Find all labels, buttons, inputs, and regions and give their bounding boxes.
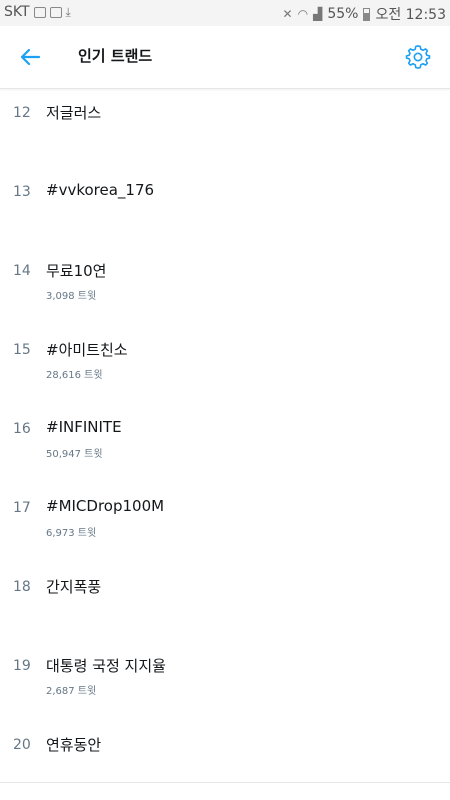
trend-name: #MICDrop100M (46, 497, 165, 515)
trend-rank: 13 (13, 184, 31, 200)
trend-rank: 18 (13, 579, 31, 595)
trend-tweet-count: 3,098 트윗 (46, 291, 97, 302)
trend-rank: 20 (13, 737, 31, 753)
notification-icon (33, 6, 46, 18)
trend-name: 대통령 국정 지지율 (46, 657, 166, 675)
trend-row[interactable]: 15 #아미트친소 28,616 트윗 (0, 325, 450, 404)
signal-icon: ▟ (313, 7, 323, 21)
page-title: 인기 트랜드 (78, 47, 153, 65)
status-bar-right: ✕ ◠ ▟ 55% 오전 12:53 (283, 4, 446, 24)
status-bar: SKT ⤓ ✕ ◠ ▟ 55% 오전 12:53 (0, 0, 450, 26)
trend-name: 연휴동안 (46, 736, 102, 754)
trend-rank: 19 (13, 658, 31, 674)
trend-row[interactable]: 14 무료10연 3,098 트윗 (0, 246, 450, 325)
trend-row[interactable]: 12 저글러스 (0, 88, 450, 167)
arrow-left-icon (20, 48, 41, 66)
trend-name: 저글러스 (46, 104, 102, 122)
status-bar-left: SKT ⤓ (4, 4, 71, 20)
trend-row[interactable]: 13 #vvkorea_176 (0, 167, 450, 246)
wifi-icon: ◠ (297, 7, 309, 21)
trend-row[interactable]: 16 #INFINITE 50,947 트윗 (0, 404, 450, 483)
trend-name: #아미트친소 (46, 341, 128, 359)
app-bar: 인기 트랜드 (0, 26, 450, 89)
trend-rank: 12 (13, 105, 31, 121)
back-button[interactable] (14, 41, 46, 73)
trend-rank: 17 (13, 500, 31, 516)
trend-list: 12 저글러스 13 #vvkorea_176 14 무료10연 3,098 트… (0, 88, 450, 799)
image-notification-icon (49, 6, 62, 18)
trend-row[interactable]: 20 연휴동안 (0, 720, 450, 799)
trend-name: #vvkorea_176 (46, 181, 155, 199)
trend-name: #INFINITE (46, 418, 122, 436)
trend-tweet-count: 50,947 트윗 (46, 449, 103, 460)
trend-row[interactable]: 18 간지폭풍 (0, 562, 450, 641)
carrier-label: SKT (4, 4, 30, 20)
battery-percent: 55% (327, 6, 359, 22)
download-icon: ⤓ (65, 4, 71, 19)
mute-icon: ✕ (282, 7, 293, 21)
gear-icon (405, 45, 431, 69)
trend-name: 무료10연 (46, 262, 107, 280)
battery-icon (363, 7, 371, 21)
list-bottom-divider (0, 782, 450, 783)
trend-row[interactable]: 17 #MICDrop100M 6,973 트윗 (0, 483, 450, 562)
trend-tweet-count: 2,687 트윗 (46, 686, 97, 697)
trend-tweet-count: 28,616 트윗 (46, 370, 103, 381)
trend-tweet-count: 6,973 트윗 (46, 528, 97, 539)
trend-name: 간지폭풍 (46, 578, 102, 596)
trends-screen: SKT ⤓ ✕ ◠ ▟ 55% 오전 12:53 인기 트랜드 12 저글러스 … (0, 0, 450, 800)
settings-button[interactable] (402, 41, 434, 73)
trend-rank: 14 (13, 263, 31, 279)
trend-rank: 16 (13, 421, 31, 437)
trend-row[interactable]: 19 대통령 국정 지지율 2,687 트윗 (0, 641, 450, 720)
trend-rank: 15 (13, 342, 31, 358)
clock: 오전 12:53 (375, 7, 446, 23)
